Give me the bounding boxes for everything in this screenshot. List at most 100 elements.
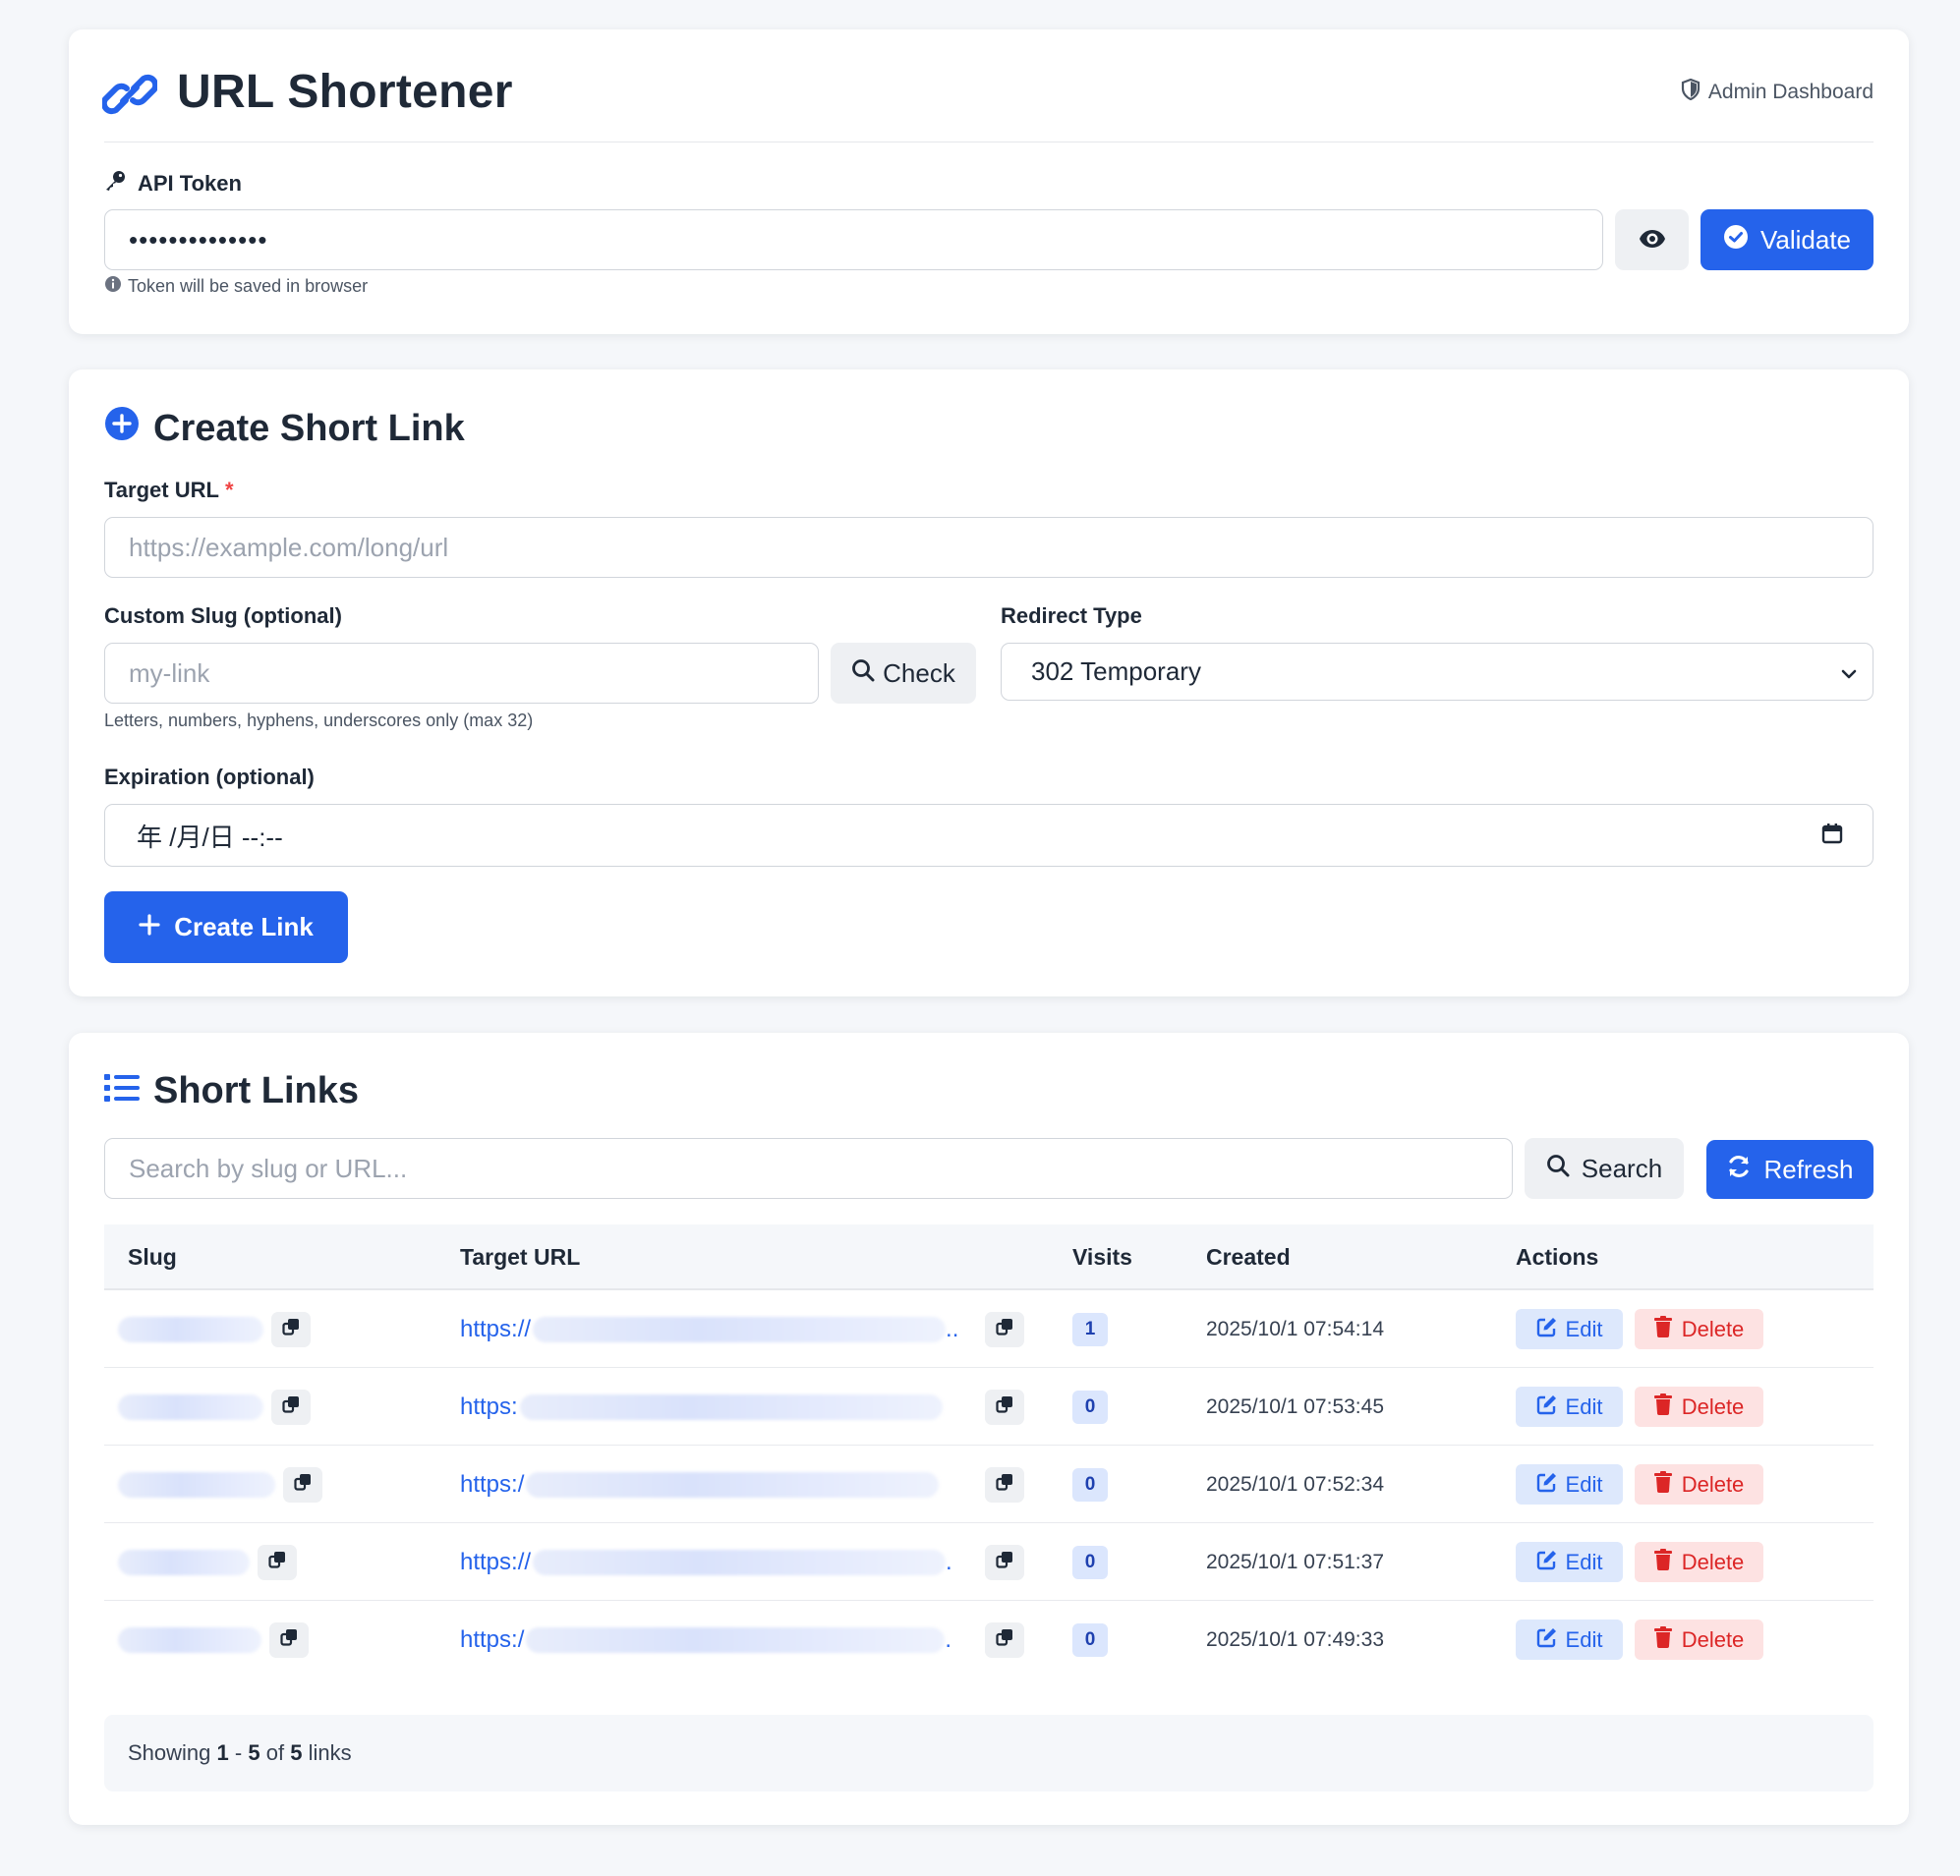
edit-icon	[1536, 1626, 1558, 1654]
url-redacted	[526, 1626, 946, 1653]
slug-input[interactable]	[104, 643, 819, 704]
edit-icon	[1536, 1471, 1558, 1499]
links-title-row: Short Links	[104, 1070, 359, 1112]
created-cell: 2025/10/1 07:49:33	[1206, 1627, 1385, 1651]
target-url-cell: https:/	[460, 1446, 940, 1523]
copy-slug-button[interactable]	[271, 1389, 311, 1425]
target-url-link[interactable]: https:	[460, 1393, 518, 1421]
delete-label: Delete	[1681, 1316, 1745, 1341]
target-url-link[interactable]: https:/	[460, 1471, 524, 1499]
links-search-input[interactable]	[104, 1138, 1513, 1199]
delete-label: Delete	[1681, 1393, 1745, 1419]
refresh-button[interactable]: Refresh	[1706, 1140, 1874, 1199]
delete-button[interactable]: Delete	[1635, 1309, 1763, 1349]
copy-url-cell	[985, 1290, 1024, 1368]
edit-button[interactable]: Edit	[1516, 1387, 1623, 1427]
copy-url-button[interactable]	[985, 1621, 1024, 1658]
create-title-row: Create Short Link	[104, 406, 465, 451]
copy-slug-button[interactable]	[269, 1621, 309, 1658]
edit-label: Edit	[1565, 1393, 1603, 1419]
trash-icon	[1653, 1315, 1672, 1343]
visits-cell: 0	[1072, 1523, 1108, 1601]
actions-cell: Edit Delete	[1516, 1290, 1763, 1368]
slug-label: Custom Slug (optional)	[104, 603, 342, 628]
copy-icon	[282, 1318, 300, 1340]
search-button[interactable]: Search	[1525, 1138, 1684, 1199]
pagination-footer: Showing 1 - 5 of 5 links	[104, 1715, 1874, 1791]
expiration-input[interactable]: 年 /月/日 --:--	[104, 804, 1874, 867]
edit-button[interactable]: Edit	[1516, 1309, 1623, 1349]
target-url-link[interactable]: https:/	[460, 1626, 524, 1654]
slug-cell	[118, 1290, 311, 1368]
create-link-label: Create Link	[174, 912, 314, 941]
delete-button[interactable]: Delete	[1635, 1542, 1763, 1582]
copy-url-button[interactable]	[985, 1389, 1024, 1425]
links-title: Short Links	[153, 1070, 360, 1111]
target-url-label: Target URL *	[104, 478, 234, 503]
copy-icon	[280, 1628, 298, 1651]
delete-button[interactable]: Delete	[1635, 1620, 1763, 1660]
token-help: Token will be saved in browser	[104, 275, 368, 298]
copy-url-button[interactable]	[985, 1544, 1024, 1580]
create-card: Create Short Link Target URL* Custom Slu…	[69, 370, 1909, 996]
table-row: https:// .. 1 2025/10/1 07:54:14 Edit De…	[104, 1290, 1874, 1368]
actions-cell: Edit Delete	[1516, 1601, 1763, 1678]
url-redacted	[526, 1471, 940, 1498]
target-url-cell: https:	[460, 1368, 943, 1446]
check-slug-button[interactable]: Check	[831, 643, 976, 704]
column-header-target-url: Target URL	[460, 1244, 581, 1270]
validate-label: Validate	[1759, 224, 1852, 255]
admin-dashboard-link[interactable]: Admin Dashboard	[1681, 78, 1874, 106]
toggle-visibility-button[interactable]	[1615, 209, 1689, 270]
table-row: https:// . 0 2025/10/1 07:51:37 Edit Del…	[104, 1523, 1874, 1601]
redirect-type-label: Redirect Type	[1001, 603, 1142, 628]
copy-url-button[interactable]	[985, 1466, 1024, 1503]
edit-icon	[1536, 1393, 1558, 1421]
visits-cell: 0	[1072, 1601, 1108, 1678]
edit-label: Edit	[1565, 1316, 1603, 1341]
token-label: API Token	[138, 170, 242, 196]
redirect-type-value: 302 Temporary	[1031, 656, 1201, 686]
create-link-button[interactable]: Create Link	[104, 891, 348, 963]
search-label: Search	[1581, 1153, 1663, 1183]
admin-dashboard-label: Admin Dashboard	[1707, 81, 1874, 103]
plus-circle-icon	[104, 406, 140, 451]
copy-url-button[interactable]	[985, 1311, 1024, 1347]
created-cell: 2025/10/1 07:54:14	[1206, 1317, 1385, 1340]
edit-button[interactable]: Edit	[1516, 1542, 1623, 1582]
target-url-link[interactable]: https://	[460, 1316, 531, 1343]
slug-redacted	[118, 1316, 263, 1342]
eye-icon	[1639, 225, 1666, 256]
app-title: URL Shortener	[177, 66, 513, 118]
target-url-input[interactable]	[104, 517, 1874, 578]
redirect-type-select[interactable]: 302 Temporary	[1001, 643, 1874, 701]
copy-icon	[294, 1473, 312, 1496]
validate-button[interactable]: Validate	[1701, 209, 1874, 270]
visits-badge: 0	[1072, 1467, 1108, 1502]
slug-cell	[118, 1446, 322, 1523]
edit-button[interactable]: Edit	[1516, 1620, 1623, 1660]
delete-button[interactable]: Delete	[1635, 1464, 1763, 1505]
copy-slug-button[interactable]	[258, 1544, 297, 1580]
slug-cell	[118, 1601, 309, 1678]
delete-label: Delete	[1681, 1626, 1745, 1652]
table-body: https:// .. 1 2025/10/1 07:54:14 Edit De…	[104, 1290, 1874, 1678]
table-header: Slug Target URL Visits Created Actions	[104, 1224, 1874, 1290]
copy-url-cell	[985, 1368, 1024, 1446]
actions-cell: Edit Delete	[1516, 1446, 1763, 1523]
visits-cell: 0	[1072, 1446, 1108, 1523]
column-header-visits: Visits	[1072, 1244, 1132, 1270]
delete-button[interactable]: Delete	[1635, 1387, 1763, 1427]
copy-slug-button[interactable]	[271, 1311, 311, 1347]
edit-label: Edit	[1565, 1626, 1603, 1652]
edit-button[interactable]: Edit	[1516, 1464, 1623, 1505]
table-row: https: 0 2025/10/1 07:53:45 Edit Delete	[104, 1368, 1874, 1446]
copy-slug-button[interactable]	[283, 1466, 322, 1503]
token-input[interactable]	[104, 209, 1603, 270]
edit-label: Edit	[1565, 1471, 1603, 1497]
visits-badge: 0	[1072, 1390, 1108, 1424]
slug-help: Letters, numbers, hyphens, underscores o…	[104, 711, 534, 730]
visits-badge: 0	[1072, 1622, 1108, 1657]
target-url-link[interactable]: https://	[460, 1549, 531, 1576]
footer-from: 1	[216, 1740, 229, 1765]
